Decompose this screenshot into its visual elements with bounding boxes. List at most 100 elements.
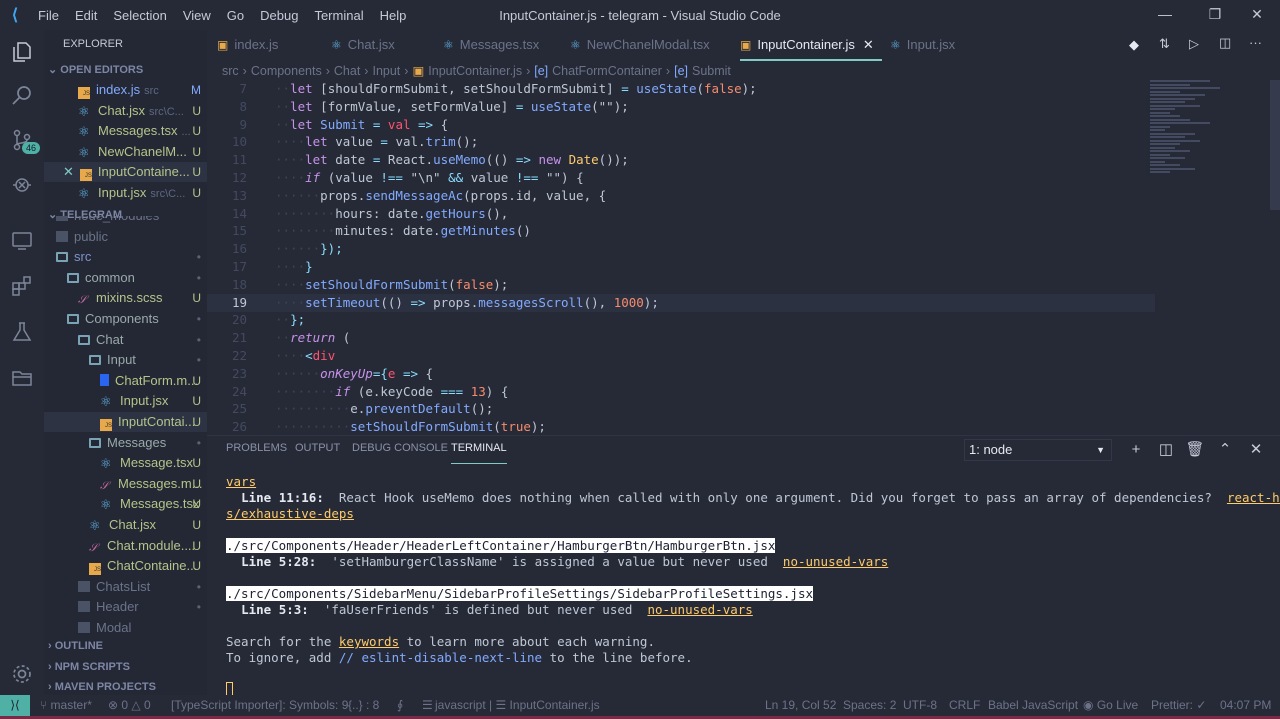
terminal-select[interactable]: 1: node ▼ <box>964 439 1112 461</box>
sidebar-section-outline[interactable]: › OUTLINE <box>44 636 207 656</box>
file-item[interactable]: ChatForm.m... U <box>44 371 207 391</box>
restore-button[interactable]: ❐ <box>1192 0 1238 30</box>
close-tab-icon[interactable]: ✕ <box>863 37 874 52</box>
folder-item[interactable]: Modal <box>44 618 207 638</box>
code-line[interactable]: 12 ····if (value !== "\n" && value !== ""… <box>207 169 1155 187</box>
menu-debug[interactable]: Debug <box>252 8 306 23</box>
open-editor-item[interactable]: ⚛ NewChanelM... U <box>44 142 207 162</box>
folder-item[interactable]: Header • <box>44 597 207 617</box>
open-editor-item[interactable]: ⚛ Messages.tsx... U <box>44 121 207 141</box>
cursor-position[interactable]: Ln 19, Col 52 <box>765 695 836 716</box>
code-line[interactable]: 8 ··let [formValue, setFormValue] = useSt… <box>207 98 1155 116</box>
terminal-link[interactable]: no-unused-vars <box>647 602 752 617</box>
minimize-button[interactable]: — <box>1142 0 1188 30</box>
folder-item[interactable]: ChatsList • <box>44 577 207 597</box>
explorer-icon[interactable] <box>0 30 44 74</box>
settings-gear-icon[interactable] <box>0 652 44 696</box>
close-window-button[interactable]: ✕ <box>1234 0 1280 30</box>
brackets-status[interactable]: {..} : 8 <box>348 695 379 716</box>
code-line[interactable]: 7 ··let [shouldFormSubmit, setShouldFormS… <box>207 80 1155 98</box>
menu-go[interactable]: Go <box>219 8 252 23</box>
terminal-link[interactable]: keywords <box>339 634 399 649</box>
breadcrumb-item[interactable]: Input <box>372 64 400 78</box>
code-line[interactable]: 18 ····setShouldFormSubmit(false); <box>207 276 1155 294</box>
file-item[interactable]: 𝒮mixins.scss U <box>44 288 207 308</box>
split-editor-icon[interactable]: ◫ <box>1219 35 1231 51</box>
kill-terminal-icon[interactable]: 🗑 <box>1183 439 1207 461</box>
encoding[interactable]: UTF-8 <box>903 695 937 716</box>
code-line[interactable]: 10 ····let value = val.trim(); <box>207 133 1155 151</box>
new-terminal-icon[interactable]: + <box>1124 439 1148 461</box>
editor-scrollbar[interactable] <box>1270 80 1280 210</box>
menu-help[interactable]: Help <box>372 8 415 23</box>
open-editor-item[interactable]: ⚛ Input.jsx src\C... U <box>44 183 207 203</box>
terminal-link[interactable]: s/exhaustive-deps <box>226 506 354 521</box>
file-item[interactable]: JS InputContai... U <box>44 412 207 432</box>
source-control-icon[interactable]: 46 <box>0 118 44 162</box>
code-editor[interactable]: 7 ··let [shouldFormSubmit, setShouldFormS… <box>207 80 1280 435</box>
code-line[interactable]: 15 ········minutes: date.getMinutes() <box>207 222 1155 240</box>
file-item[interactable]: 𝒮 Messages.m... U <box>44 474 207 494</box>
folder-item[interactable]: Chat • <box>44 330 207 350</box>
folder-item[interactable]: common • <box>44 268 207 288</box>
code-line[interactable]: 16 ······}); <box>207 240 1155 258</box>
close-panel-icon[interactable]: ✕ <box>1244 439 1268 461</box>
code-line[interactable]: 17 ····} <box>207 258 1155 276</box>
prettier-status[interactable]: Prettier: ✓ <box>1151 695 1206 716</box>
minimap[interactable] <box>1150 80 1250 180</box>
folder-item[interactable]: Components • <box>44 309 207 329</box>
file-item[interactable]: 𝒮 Chat.module.... U <box>44 536 207 556</box>
search-icon[interactable] <box>0 74 44 118</box>
compare-changes-icon[interactable]: ⇅ <box>1159 36 1170 52</box>
code-line[interactable]: 11 ····let date = React.useMemo(() => new… <box>207 151 1155 169</box>
indentation[interactable]: Spaces: 2 <box>843 695 896 716</box>
code-line[interactable]: 14 ········hours: date.getHours(), <box>207 205 1155 223</box>
menu-view[interactable]: View <box>175 8 219 23</box>
folder-item[interactable]: Input • <box>44 350 207 370</box>
problems-indicator[interactable]: ⊗ 0 △ 0 <box>108 695 151 716</box>
menu-terminal[interactable]: Terminal <box>306 8 371 23</box>
language-mode[interactable]: Babel JavaScript <box>988 695 1078 716</box>
go-live-button[interactable]: ◉ Go Live <box>1083 695 1138 716</box>
code-line[interactable]: 20 ··}; <box>207 311 1155 329</box>
run-icon[interactable]: ▷ <box>1189 36 1199 52</box>
close-editor-icon[interactable]: ✕ <box>63 164 74 179</box>
tab-inputcontainer-js[interactable]: ▣ InputContainer.js ✕ <box>740 30 882 61</box>
tab-newchanelmodal-tsx[interactable]: ⚛ NewChanelModal.tsx <box>570 30 710 61</box>
menu-edit[interactable]: Edit <box>67 8 105 23</box>
open-editors-section[interactable]: ⌄ OPEN EDITORS <box>44 60 207 80</box>
code-line[interactable]: 13 ······props.sendMessageAc(props.id, va… <box>207 187 1155 205</box>
file-item[interactable]: ⚛ Chat.jsx U <box>44 515 207 535</box>
split-terminal-icon[interactable]: ◫ <box>1154 439 1178 461</box>
terminal-link[interactable]: vars <box>226 474 256 489</box>
terminal-output[interactable]: vars Line 11:16: React Hook useMemo does… <box>226 474 1280 698</box>
breadcrumb-item[interactable]: Chat <box>334 64 360 78</box>
code-line[interactable]: 19 ····setTimeout(() => props.messagesScr… <box>207 293 1155 312</box>
remote-explorer-icon[interactable] <box>0 218 44 262</box>
ts-importer-status[interactable]: [TypeScript Importer]: Symbols: 9 <box>171 695 348 716</box>
code-line[interactable]: 22 ····<div <box>207 347 1155 365</box>
menu-selection[interactable]: Selection <box>105 8 174 23</box>
branch-indicator[interactable]: ⑂ master* <box>40 695 92 716</box>
panel-tab-terminal[interactable]: TERMINAL <box>451 442 507 464</box>
folder-manager-icon[interactable] <box>0 356 44 400</box>
panel-tab-problems[interactable]: PROBLEMS <box>226 442 287 464</box>
tab-index-js[interactable]: ▣ index.js <box>217 30 278 61</box>
file-item[interactable]: ⚛ Message.tsx U <box>44 453 207 473</box>
breadcrumb-item[interactable]: InputContainer.js <box>428 64 522 78</box>
code-line[interactable]: 21 ··return ( <box>207 329 1155 347</box>
terminal-link[interactable]: no-unused-vars <box>783 554 888 569</box>
terminal-link[interactable]: react-hook <box>1227 490 1280 505</box>
extensions-icon[interactable] <box>0 264 44 308</box>
open-editor-item[interactable]: ✕ JS InputContaine... U <box>44 162 207 183</box>
open-editor-item[interactable]: JS index.js src M <box>44 80 207 100</box>
tab-messages-tsx[interactable]: ⚛ Messages.tsx <box>443 30 539 61</box>
tab-input-jsx[interactable]: ⚛ Input.jsx <box>890 30 955 61</box>
code-line[interactable]: 23 ······onKeyUp={e => { <box>207 365 1155 383</box>
code-line[interactable]: 9 ··let Submit = val => { <box>207 116 1155 134</box>
folder-item[interactable]: src • <box>44 247 207 267</box>
menu-file[interactable]: File <box>30 8 67 23</box>
code-line[interactable]: 25 ··········e.preventDefault(); <box>207 400 1155 418</box>
folder-item[interactable]: Messages • <box>44 433 207 453</box>
breadcrumb-item[interactable]: src <box>222 64 239 78</box>
